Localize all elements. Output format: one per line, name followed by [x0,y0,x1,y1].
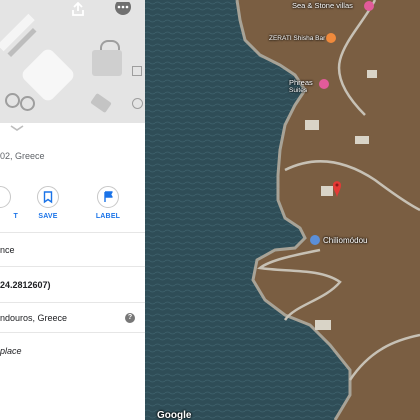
chevron-down-icon[interactable] [8,124,26,132]
poi-chiliomodou[interactable]: Chiliomódou [323,236,367,245]
hotel-poi-icon[interactable] [319,79,329,89]
photo-shape [132,66,142,76]
photo-shape [19,46,77,104]
flag-icon [97,186,119,208]
partial-action-icon [0,186,11,208]
building [367,70,377,78]
label-button[interactable]: LABEL [88,186,128,220]
partial-action-label: T [13,213,18,220]
bar-poi-icon[interactable] [326,33,336,43]
add-place-link[interactable]: place [0,346,145,356]
divider [0,232,145,233]
divider [0,332,145,333]
divider [0,302,145,303]
photo-shape [5,93,20,108]
building [321,186,333,196]
photo-shape [100,40,120,50]
photo-shape [132,98,143,109]
label-label: LABEL [95,213,121,220]
place-sheet: 02, Greece T SAVE LABEL nce 24.2812607) [0,0,145,420]
photo-shape [92,50,122,76]
save-label: SAVE [38,213,58,220]
place-photo[interactable] [0,0,145,123]
action-bar: T SAVE LABEL [0,186,145,226]
hotel-poi-icon[interactable] [364,1,374,11]
more-options-icon[interactable] [114,2,132,16]
place-address: 02, Greece [0,151,45,161]
building [315,320,331,330]
landmark-poi-icon[interactable] [310,235,320,245]
coordinates-row[interactable]: 24.2812607) [0,280,145,290]
poi-sea-stone-villas[interactable]: Sea & Stone villas [292,1,353,10]
bookmark-icon [37,186,59,208]
photo-shape [90,92,112,114]
nearby-row[interactable]: nce [0,245,145,255]
help-icon[interactable]: ? [125,313,135,323]
poi-zerati-shisha-bar[interactable]: ZERATI Shisha Bar [269,35,325,42]
poi-phreas-suites-line1[interactable]: Phreas [289,78,313,87]
google-watermark: Google [157,410,192,420]
divider [0,266,145,267]
building [305,120,319,130]
partial-action-button[interactable]: T [0,186,20,220]
save-button[interactable]: SAVE [28,186,68,220]
poi-phreas-suites-line2[interactable]: Suites [289,87,307,94]
red-pin-dot [335,183,339,187]
map-imagery [145,0,420,420]
share-icon[interactable] [69,2,87,16]
photo-shape [20,96,35,111]
locality-row: ndouros, Greece [0,313,68,323]
building [355,136,369,144]
satellite-map[interactable]: Sea & Stone villas ZERATI Shisha Bar Phr… [145,0,420,420]
